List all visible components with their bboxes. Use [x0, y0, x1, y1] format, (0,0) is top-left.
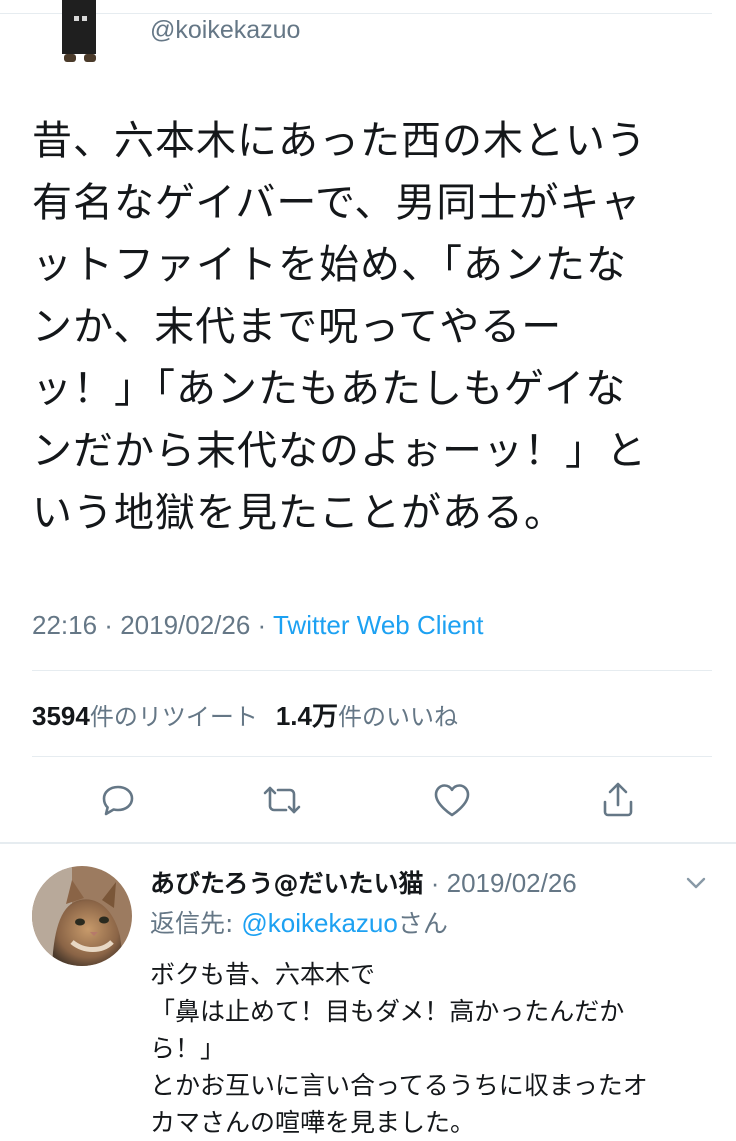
tweet-meta: 22:16 · 2019/02/26 · Twitter Web Client — [32, 610, 483, 641]
reply-author-avatar[interactable] — [32, 866, 132, 966]
like-stat[interactable]: 1.4万件のいいね — [275, 701, 458, 731]
tweet-time[interactable]: 22:16 — [32, 610, 97, 640]
reply-menu-button[interactable] — [682, 868, 710, 896]
reply-header: あびたろう@だいたい猫 · 2019/02/26 — [150, 864, 577, 900]
reply-text-line: カマさんの喧嘩を見ました。 — [150, 1108, 476, 1137]
tweet-client-link[interactable]: Twitter Web Client — [273, 610, 483, 640]
retweet-icon — [263, 786, 301, 814]
tweet-text-line: ンだから末代なのよぉーッ！」と — [32, 428, 647, 474]
tweet-text: 昔、六本木にあった西の木という 有名なゲイバーで、男同士がキャ ットファイトを始… — [32, 110, 712, 544]
reply-text-line: とかお互いに言い合ってるうちに収まったオ — [150, 1071, 648, 1100]
reply-to-line: 返信先: @koikekazuoさん — [150, 904, 448, 940]
divider — [32, 670, 712, 671]
reply-to-label: 返信先: — [150, 909, 242, 938]
reply-text-line: ら！」 — [150, 1034, 226, 1063]
reply-text-line: ボクも昔、六本木で — [150, 960, 376, 989]
reply-author-name[interactable]: あびたろう@だいたい猫 — [150, 869, 424, 898]
reply-button[interactable] — [96, 778, 140, 822]
tweet-text-line: 昔、六本木にあった西の木という — [32, 118, 647, 164]
author-handle[interactable]: @koikekazuo — [150, 16, 300, 45]
reply-date[interactable]: 2019/02/26 — [447, 868, 577, 898]
retweet-button[interactable] — [260, 778, 304, 822]
reply-to-mention[interactable]: @koikekazuo — [241, 908, 397, 938]
reply-text: ボクも昔、六本木で 「鼻は止めて！目もダメ！高かったんだか ら！」 とかお互いに… — [150, 956, 720, 1141]
section-divider — [0, 842, 736, 844]
tweet-text-line: ットファイトを始め、「あンたな — [32, 242, 627, 288]
tweet-text-line: ッ！」「あンたもあたしもゲイな — [32, 366, 627, 412]
reply-icon — [102, 785, 134, 816]
meta-separator: · — [97, 610, 121, 640]
share-button[interactable] — [596, 778, 640, 822]
retweet-count: 3594 — [32, 701, 90, 731]
share-icon — [603, 782, 633, 817]
like-label: 件のいいね — [338, 703, 458, 731]
reply-text-line: 「鼻は止めて！目もダメ！高かったんだか — [150, 997, 625, 1026]
author-avatar[interactable] — [52, 0, 108, 64]
meta-separator: · — [423, 868, 447, 898]
like-count: 1.4万 — [275, 701, 338, 731]
tweet-date[interactable]: 2019/02/26 — [120, 610, 250, 640]
chevron-down-icon — [686, 877, 706, 889]
like-button[interactable] — [430, 778, 474, 822]
divider — [32, 756, 712, 757]
tweet-stats: 3594件のリツイート 1.4万件のいいね — [32, 696, 458, 733]
tweet-text-line: いう地獄を見たことがある。 — [32, 490, 565, 536]
tweet-actions — [0, 778, 736, 824]
meta-separator: · — [250, 610, 273, 640]
tweet-text-line: ンか、末代まで呪ってやるー — [32, 304, 563, 350]
retweet-label: 件のリツイート — [89, 703, 258, 731]
retweet-stat[interactable]: 3594件のリツイート — [32, 701, 258, 731]
tweet-text-line: 有名なゲイバーで、男同士がキャ — [32, 180, 642, 226]
reply-to-suffix: さん — [397, 909, 448, 938]
heart-icon — [434, 784, 470, 817]
